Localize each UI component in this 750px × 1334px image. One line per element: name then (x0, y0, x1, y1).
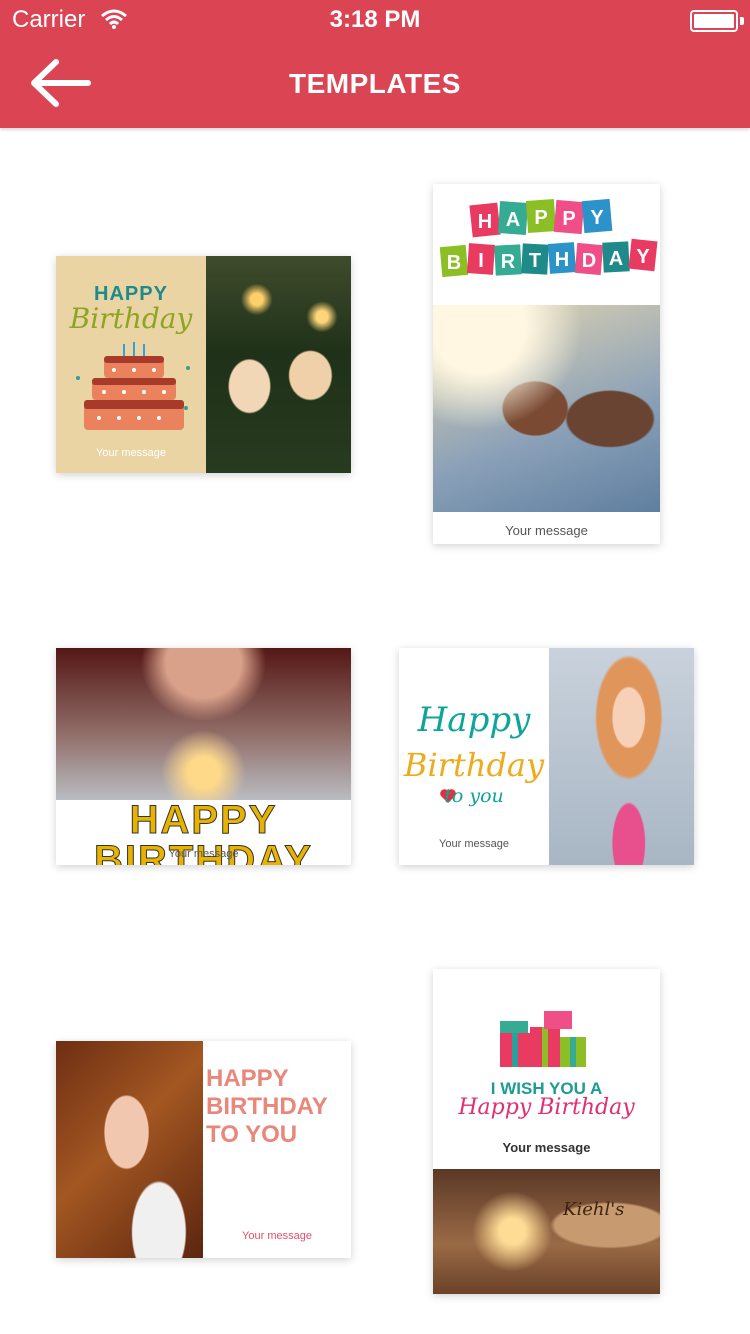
template-card-2[interactable]: H A P P Y B I R T H D A Y Your message (433, 184, 660, 544)
template-message: Your message (168, 848, 239, 860)
template-photo (549, 648, 694, 865)
template-photo: Kiehl's (433, 1169, 660, 1294)
template-message: Your message (439, 838, 509, 850)
template-message: Your message (505, 523, 588, 538)
template-message: Your message (96, 447, 166, 459)
template-card-5[interactable]: HAPPY BIRTHDAY TO YOU Your message (56, 1041, 351, 1258)
template-card-3[interactable]: HAPPY BIRTHDAY Your message (56, 648, 351, 865)
template-message: Your message (502, 1140, 591, 1155)
banner-letter: B (447, 252, 461, 274)
template-photo (56, 1041, 203, 1258)
template-headline-line-1: HAPPY (206, 1065, 289, 1092)
template-headline-line-2: BIRTHDAY (206, 1093, 328, 1120)
template-text-panel: HAPPY Birthday Your message (56, 256, 206, 473)
template-photo (206, 256, 351, 473)
banner-letter: T (529, 250, 541, 272)
banner-letter: P (562, 208, 575, 230)
clock: 3:18 PM (329, 6, 421, 33)
banner-letter: H (478, 211, 492, 233)
template-headline-script-2: Birthday (403, 746, 545, 784)
template-card-4[interactable]: Happy Birthday to you Your message (399, 648, 694, 865)
cake-icon (76, 342, 190, 430)
template-headline-script: Birthday (69, 302, 193, 335)
banner-letter: A (506, 209, 520, 231)
happy-birthday-banner: H A P P Y B I R T H D A Y (439, 198, 658, 278)
template-subline: to you (444, 785, 504, 807)
banner-letter: Y (590, 207, 604, 229)
banner-letter: Y (636, 246, 650, 268)
template-headline-script: Happy (417, 700, 531, 740)
gift-icon (500, 1011, 586, 1067)
banner-letter: P (534, 207, 547, 229)
photo-brand-text: Kiehl's (563, 1199, 625, 1220)
status-bar: Carrier 3:18 PM (0, 0, 750, 40)
template-card-6[interactable]: I WISH YOU A Happy Birthday Your message… (433, 969, 660, 1294)
template-card-1[interactable]: HAPPY Birthday Your message (56, 256, 351, 473)
page-title: TEMPLATES (289, 68, 461, 99)
template-headline-script: Happy Birthday (458, 1095, 635, 1120)
banner-letter: R (501, 251, 516, 273)
template-headline-line-3: TO YOU (206, 1121, 298, 1148)
nav-bar: TEMPLATES (0, 40, 750, 128)
banner-letter: D (582, 250, 596, 272)
battery-tip (740, 17, 744, 25)
banner-letter: I (478, 250, 484, 272)
banner-letter: H (555, 249, 569, 271)
banner-letter: A (609, 248, 623, 270)
template-message: Your message (242, 1230, 312, 1242)
template-photo (433, 305, 660, 512)
template-photo (56, 648, 351, 800)
battery-icon (690, 10, 738, 32)
